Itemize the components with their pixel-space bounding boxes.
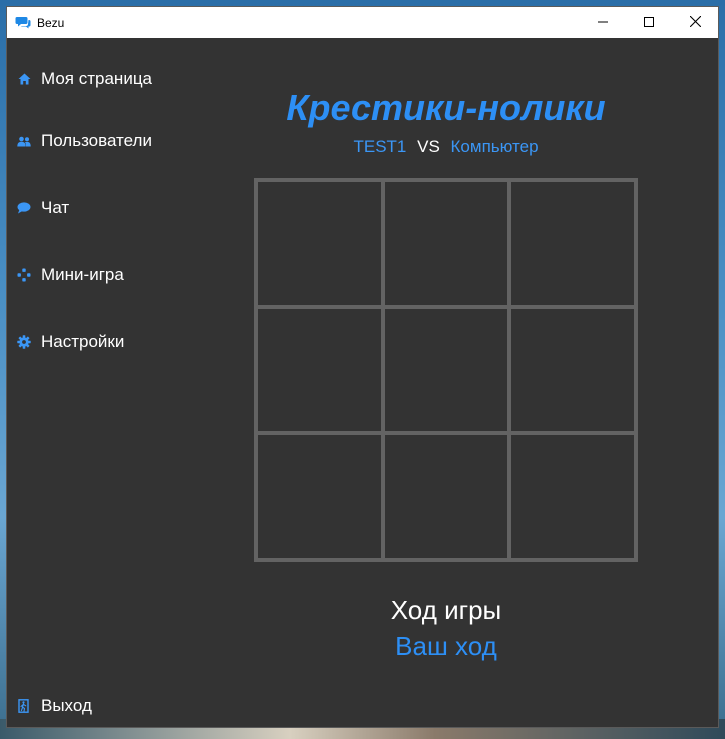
- board-cell[interactable]: [258, 182, 381, 305]
- chat-icon: [16, 200, 32, 216]
- minimize-button[interactable]: [580, 7, 626, 38]
- players-line: TEST1 VS Компьютер: [233, 137, 659, 157]
- player-one-name: TEST1: [353, 137, 407, 156]
- gamepad-icon: [16, 267, 32, 283]
- board-cell[interactable]: [258, 308, 381, 432]
- sidebar-item-my-page[interactable]: Моя страница: [16, 69, 152, 89]
- users-icon: [16, 133, 32, 149]
- board-cell[interactable]: [511, 182, 634, 305]
- app-window: Bezu Моя страница Пользователи Чат Мини-…: [6, 6, 719, 728]
- board-cell[interactable]: [384, 182, 508, 305]
- game-status-value: Ваш ход: [395, 631, 497, 661]
- maximize-icon: [644, 14, 654, 32]
- window-title: Bezu: [37, 15, 65, 30]
- minimize-icon: [598, 14, 608, 32]
- sidebar-item-label: Пользователи: [41, 131, 152, 150]
- sidebar-item-settings[interactable]: Настройки: [16, 332, 124, 352]
- board-cell[interactable]: [511, 308, 634, 432]
- versus-label: VS: [417, 137, 440, 156]
- game-status-label: Ход игры: [390, 595, 502, 625]
- title-bar[interactable]: Bezu: [7, 7, 718, 38]
- exit-icon: [16, 698, 32, 714]
- game-board: [254, 178, 638, 562]
- close-icon: [689, 14, 701, 32]
- sidebar-item-logout[interactable]: Выход: [16, 696, 92, 716]
- sidebar-item-label: Моя страница: [41, 69, 153, 88]
- board-cell[interactable]: [384, 435, 508, 558]
- sidebar-item-label: Чат: [41, 198, 70, 217]
- sidebar-item-label: Настройки: [41, 332, 125, 351]
- gear-icon: [16, 334, 32, 350]
- window-controls: [580, 7, 718, 38]
- sidebar-item-label: Мини-игра: [41, 265, 124, 284]
- sidebar-item-mini-game[interactable]: Мини-игра: [16, 265, 124, 285]
- sidebar-item-chat[interactable]: Чат: [16, 198, 69, 218]
- board-cell[interactable]: [511, 435, 634, 558]
- close-button[interactable]: [672, 7, 718, 38]
- chat-bubbles-icon: [15, 15, 31, 31]
- board-cell[interactable]: [384, 308, 508, 432]
- game-title: Крестики-нолики: [286, 87, 606, 128]
- maximize-button[interactable]: [626, 7, 672, 38]
- sidebar-item-users[interactable]: Пользователи: [16, 131, 152, 151]
- sidebar-item-label: Выход: [41, 696, 92, 715]
- player-two-name: Компьютер: [450, 137, 539, 156]
- home-icon: [16, 71, 32, 87]
- board-cell[interactable]: [258, 435, 381, 558]
